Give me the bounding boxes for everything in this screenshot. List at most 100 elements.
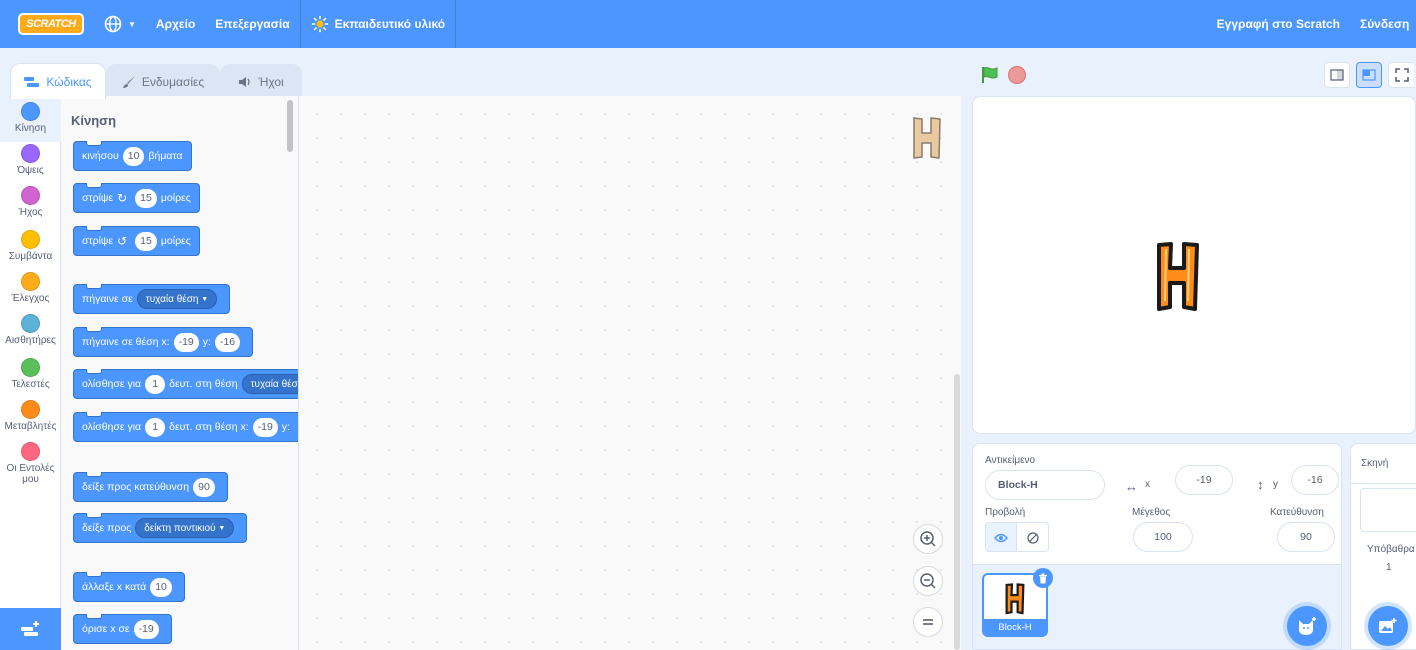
- category-dot: [21, 358, 40, 377]
- category-looks[interactable]: Όψεις: [0, 144, 61, 176]
- add-sprite-button[interactable]: [1287, 606, 1327, 646]
- small-stage-button[interactable]: [1324, 62, 1350, 88]
- backdrops-count: 1: [1386, 562, 1392, 573]
- category-events[interactable]: Συμβάντα: [0, 230, 61, 262]
- block-turn-right[interactable]: στρίψε ↻ 15 μοίρες: [73, 183, 200, 213]
- block-input[interactable]: 10: [122, 146, 145, 166]
- category-control[interactable]: Έλεγχος: [0, 272, 61, 304]
- palette-section-title: Κίνηση: [71, 113, 117, 128]
- tab-sounds[interactable]: Ήχοι: [220, 64, 302, 98]
- category-sensing[interactable]: Αισθητήρες: [0, 314, 61, 346]
- visibility-toggle: [985, 522, 1049, 552]
- account-nav: Εγγραφή στο Scratch Σύνδεση: [1207, 0, 1416, 48]
- block-text: ολίσθησε για: [82, 421, 142, 433]
- stop-icon[interactable]: [1008, 66, 1026, 84]
- rotate-counterclockwise-icon: ↺: [117, 234, 128, 248]
- block-input[interactable]: 1: [145, 374, 166, 394]
- block-input[interactable]: -19: [252, 417, 278, 437]
- block-text: δείξε προς κατεύθυνση: [82, 481, 190, 493]
- category-sound[interactable]: Ήχος: [0, 186, 61, 218]
- scratch-logo[interactable]: SCRATCH: [18, 13, 84, 35]
- code-workspace[interactable]: [299, 96, 961, 650]
- block-input[interactable]: 1: [145, 417, 166, 437]
- block-glide-xy[interactable]: ολίσθησε για 1 δευτ. στη θέση x: -19 y:: [73, 412, 298, 442]
- zoom-in-button[interactable]: [913, 524, 943, 554]
- image-add-icon: [1378, 617, 1398, 635]
- edit-menu[interactable]: Επεξεργασία: [205, 0, 299, 48]
- speaker-icon: [238, 76, 252, 88]
- direction-input[interactable]: 90: [1277, 522, 1335, 552]
- category-motion[interactable]: Κίνηση: [0, 96, 61, 142]
- block-turn-left[interactable]: στρίψε ↺ 15 μοίρες: [73, 226, 200, 256]
- delete-sprite-button[interactable]: [1033, 568, 1053, 588]
- stage-canvas[interactable]: [972, 96, 1416, 434]
- x-position-input[interactable]: -19: [1175, 465, 1233, 495]
- block-glide[interactable]: ολίσθησε για 1 δευτ. στη θέση τυχαία θέσ…: [73, 369, 298, 399]
- category-label: Συμβάντα: [8, 251, 53, 262]
- block-goto-xy[interactable]: πήγαινε σε θέση x: -19 y: -16: [73, 327, 254, 357]
- hide-button[interactable]: [1017, 523, 1048, 551]
- add-backdrop-button[interactable]: [1368, 606, 1408, 646]
- block-input[interactable]: -19: [133, 619, 159, 639]
- block-set-x[interactable]: όρισε x σε -19: [73, 614, 172, 644]
- green-flag-icon[interactable]: [980, 65, 1000, 85]
- category-my-blocks[interactable]: Οι Εντολές μου: [0, 442, 61, 485]
- fullscreen-button[interactable]: [1388, 62, 1414, 88]
- file-menu[interactable]: Αρχείο: [146, 0, 205, 48]
- block-point-direction[interactable]: δείξε προς κατεύθυνση 90: [73, 472, 228, 502]
- block-move-steps[interactable]: κινήσου 10 βήματα: [73, 141, 192, 171]
- zoom-out-button[interactable]: [913, 566, 943, 596]
- category-label: Τελεστές: [11, 379, 50, 390]
- code-icon: [24, 76, 40, 88]
- dropdown-value: δείκτη ποντικιού: [144, 522, 216, 534]
- block-text: y:: [202, 336, 211, 348]
- current-sprite-watermark: [911, 116, 943, 163]
- category-operators[interactable]: Τελεστές: [0, 358, 61, 390]
- category-label: Ήχος: [18, 207, 43, 218]
- language-menu[interactable]: ▼: [94, 0, 146, 48]
- tab-costumes[interactable]: Ενδυμασίες: [106, 64, 220, 98]
- rotate-clockwise-icon: ↻: [117, 191, 128, 205]
- workspace-scrollbar[interactable]: [954, 374, 960, 650]
- tutorials-button[interactable]: Εκπαιδευτικό υλικό: [301, 0, 455, 48]
- chevron-down-icon: ▼: [128, 19, 136, 29]
- block-input[interactable]: 10: [150, 577, 172, 597]
- category-dot: [21, 272, 40, 291]
- block-goto[interactable]: πήγαινε σε τυχαία θέση ▼: [73, 284, 231, 314]
- stage-thumbnail[interactable]: [1360, 488, 1416, 532]
- block-point-towards[interactable]: δείξε προς δείκτη ποντικιού ▼: [73, 513, 248, 543]
- size-input[interactable]: 100: [1133, 522, 1193, 552]
- add-extension-button[interactable]: [0, 608, 61, 650]
- block-input[interactable]: -16: [214, 332, 241, 352]
- eye-slash-icon: [1026, 531, 1040, 545]
- block-dropdown[interactable]: δείκτη ποντικιού ▼: [135, 518, 235, 538]
- show-button[interactable]: [986, 523, 1018, 551]
- category-variables[interactable]: Μεταβλητές: [0, 400, 61, 432]
- category-dot: [21, 314, 40, 333]
- block-input[interactable]: 15: [135, 188, 157, 208]
- join-scratch-link[interactable]: Εγγραφή στο Scratch: [1207, 0, 1350, 48]
- sprite-name-input[interactable]: Block-H: [985, 470, 1105, 500]
- block-dropdown[interactable]: τυχαία θέση: [241, 374, 298, 394]
- normal-stage-button[interactable]: [1356, 62, 1382, 88]
- block-text: δευτ. στη θέση: [169, 378, 238, 390]
- y-position-input[interactable]: -16: [1291, 465, 1339, 495]
- palette-scrollbar[interactable]: [287, 100, 293, 152]
- zoom-reset-button[interactable]: [913, 607, 943, 637]
- tab-code[interactable]: Κώδικας: [10, 63, 106, 99]
- block-change-x[interactable]: άλλαξε x κατά 10: [73, 572, 185, 602]
- block-dropdown[interactable]: τυχαία θέση ▼: [136, 289, 218, 309]
- stage-header: [972, 56, 1416, 92]
- tab-sounds-label: Ήχοι: [258, 74, 284, 89]
- small-stage-icon: [1330, 69, 1344, 81]
- sprite-block-h[interactable]: [1153, 241, 1203, 316]
- category-label: Αισθητήρες: [5, 335, 56, 346]
- zoom-out-icon: [919, 572, 937, 590]
- dropdown-value: τυχαία θέση: [145, 293, 199, 305]
- category-label: Όψεις: [17, 165, 44, 176]
- sprite-properties: Αντικείμενο Block-H ↔ x -19 ↕ y -16 Προβ…: [973, 444, 1341, 564]
- block-input[interactable]: -19: [173, 332, 199, 352]
- block-input[interactable]: 15: [135, 231, 157, 251]
- block-input[interactable]: 90: [193, 477, 215, 497]
- sign-in-link[interactable]: Σύνδεση: [1350, 0, 1416, 48]
